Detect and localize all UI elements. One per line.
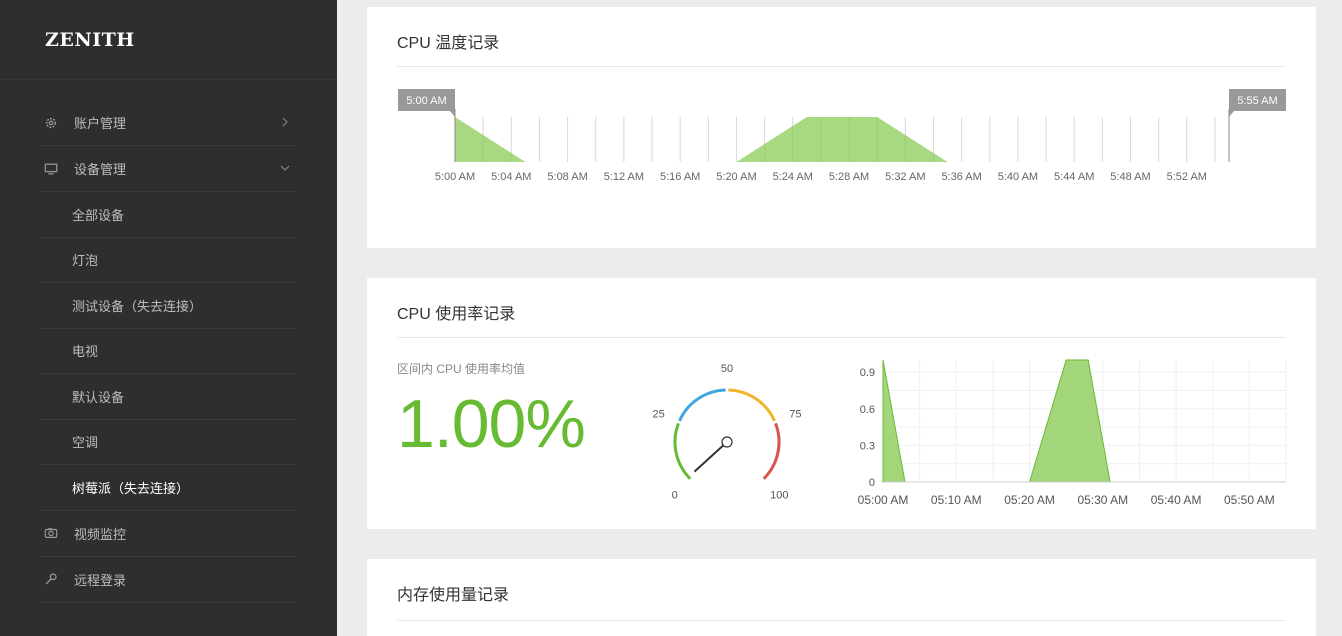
x-tick-label: 5:08 AM	[547, 171, 587, 183]
divider	[397, 337, 1286, 338]
y-tick-label: 0.3	[860, 440, 875, 452]
gauge-arc	[728, 388, 776, 422]
x-tick-label: 5:36 AM	[941, 171, 981, 183]
memory-usage-card: 内存使用量记录	[367, 559, 1316, 636]
x-tick-label: 5:48 AM	[1110, 171, 1150, 183]
gauge-tick-label: 100	[770, 489, 788, 501]
card-title: CPU 使用率记录	[397, 306, 516, 323]
x-tick-label: 5:16 AM	[660, 171, 700, 183]
gauge-tick-label: 75	[789, 409, 801, 421]
x-tick-label: 5:20 AM	[716, 171, 756, 183]
gauge-arc	[673, 422, 692, 480]
x-tick-label: 5:32 AM	[885, 171, 925, 183]
sidebar-item-devices[interactable]: 设备管理	[40, 146, 296, 192]
x-tick-label: 05:20 AM	[1004, 493, 1055, 507]
range-end-label: 5:55 AM	[1237, 95, 1277, 107]
card-title: 内存使用量记录	[397, 587, 510, 604]
temperature-chart[interactable]: 5:00 AM 5:04 AM 5:08 AM 5:12 AM 5:16 AM 5:20 …	[367, 87, 1316, 207]
sub-item-raspberry-pi[interactable]: 树莓派（失去连接）	[40, 465, 296, 511]
cpu-temperature-card: CPU 温度记录 5:00 AM 5:04 AM 5:08 AM 5:12 AM 5:1…	[367, 7, 1316, 248]
sub-item-bulb[interactable]: 灯泡	[40, 238, 296, 283]
temperature-area	[455, 117, 1229, 162]
sub-item-tv[interactable]: 电视	[40, 329, 296, 374]
x-tick-label: 5:12 AM	[604, 171, 644, 183]
brand-name: ZENITH	[45, 28, 135, 51]
sidebar: ZENITH 账户管理 设备管理 全部设备 灯泡 测试设备（失去连接） 电视 默…	[0, 0, 337, 636]
gauge-needle	[693, 441, 728, 473]
sidebar-item-label: 账户管理	[74, 116, 127, 131]
gear-icon	[43, 115, 59, 131]
wrench-icon	[43, 571, 59, 587]
x-tick-label: 5:40 AM	[998, 171, 1038, 183]
chevron-down-icon	[280, 165, 290, 171]
camera-icon	[43, 525, 59, 541]
cpu-usage-gauge: 0 25 50 75 100	[653, 363, 802, 501]
range-start-label: 5:00 AM	[406, 95, 446, 107]
x-tick-label: 5:44 AM	[1054, 171, 1094, 183]
x-tick-label: 05:30 AM	[1077, 493, 1128, 507]
x-tick-label: 05:00 AM	[858, 493, 909, 507]
x-tick-label: 05:40 AM	[1151, 493, 1202, 507]
gauge-tick-label: 0	[672, 489, 678, 501]
y-tick-label: 0.6	[860, 404, 875, 416]
sub-item-test-device[interactable]: 测试设备（失去连接）	[40, 283, 296, 329]
sidebar-menu: 账户管理 设备管理 全部设备 灯泡 测试设备（失去连接） 电视 默认设备 空调 …	[40, 100, 296, 603]
monitor-icon	[43, 161, 59, 177]
sidebar-item-remote-login[interactable]: 远程登录	[40, 557, 296, 603]
gauge-arc	[762, 422, 781, 480]
logo[interactable]: ZENITH	[0, 0, 337, 80]
sub-item-all-devices[interactable]: 全部设备	[40, 192, 296, 238]
gauge-arc	[678, 388, 726, 422]
sub-item-default-device[interactable]: 默认设备	[40, 374, 296, 420]
sidebar-item-label: 设备管理	[74, 162, 127, 177]
range-start-pointer	[450, 111, 455, 117]
sidebar-item-label: 视频监控	[74, 526, 127, 542]
sidebar-item-video[interactable]: 视频监控	[40, 511, 296, 557]
sidebar-item-account[interactable]: 账户管理	[40, 100, 296, 146]
gauge-pivot	[721, 436, 733, 448]
cpu-usage-card: CPU 使用率记录 区间内 CPU 使用率均值 1.00% 0 25 50 75 100…	[367, 278, 1316, 529]
x-tick-label: 05:50 AM	[1224, 493, 1275, 507]
avg-usage-value: 1.00%	[397, 386, 586, 462]
x-tick-label: 5:28 AM	[829, 171, 869, 183]
x-tick-label: 5:00 AM	[435, 171, 475, 183]
y-tick-label: 0.9	[860, 367, 875, 379]
divider	[397, 66, 1286, 67]
gauge-tick-label: 25	[653, 409, 665, 421]
x-tick-label: 5:04 AM	[491, 171, 531, 183]
range-end-pointer	[1229, 111, 1234, 117]
y-tick-label: 0	[869, 477, 875, 489]
divider	[397, 620, 1286, 621]
sub-item-air-conditioner[interactable]: 空调	[40, 420, 296, 465]
cpu-usage-chart[interactable]: 0 0.3 0.6 0.9 05:00 AM 05:10 AM 05:20 AM 05:30 …	[847, 356, 1307, 516]
gauge-tick-label: 50	[721, 363, 733, 375]
x-tick-label: 5:52 AM	[1167, 171, 1207, 183]
sidebar-item-label: 远程登录	[74, 572, 127, 588]
x-tick-label: 05:10 AM	[931, 493, 982, 507]
chevron-right-icon	[282, 117, 288, 127]
card-title: CPU 温度记录	[397, 35, 500, 52]
avg-usage-label: 区间内 CPU 使用率均值	[397, 362, 526, 376]
x-tick-label: 5:24 AM	[773, 171, 813, 183]
